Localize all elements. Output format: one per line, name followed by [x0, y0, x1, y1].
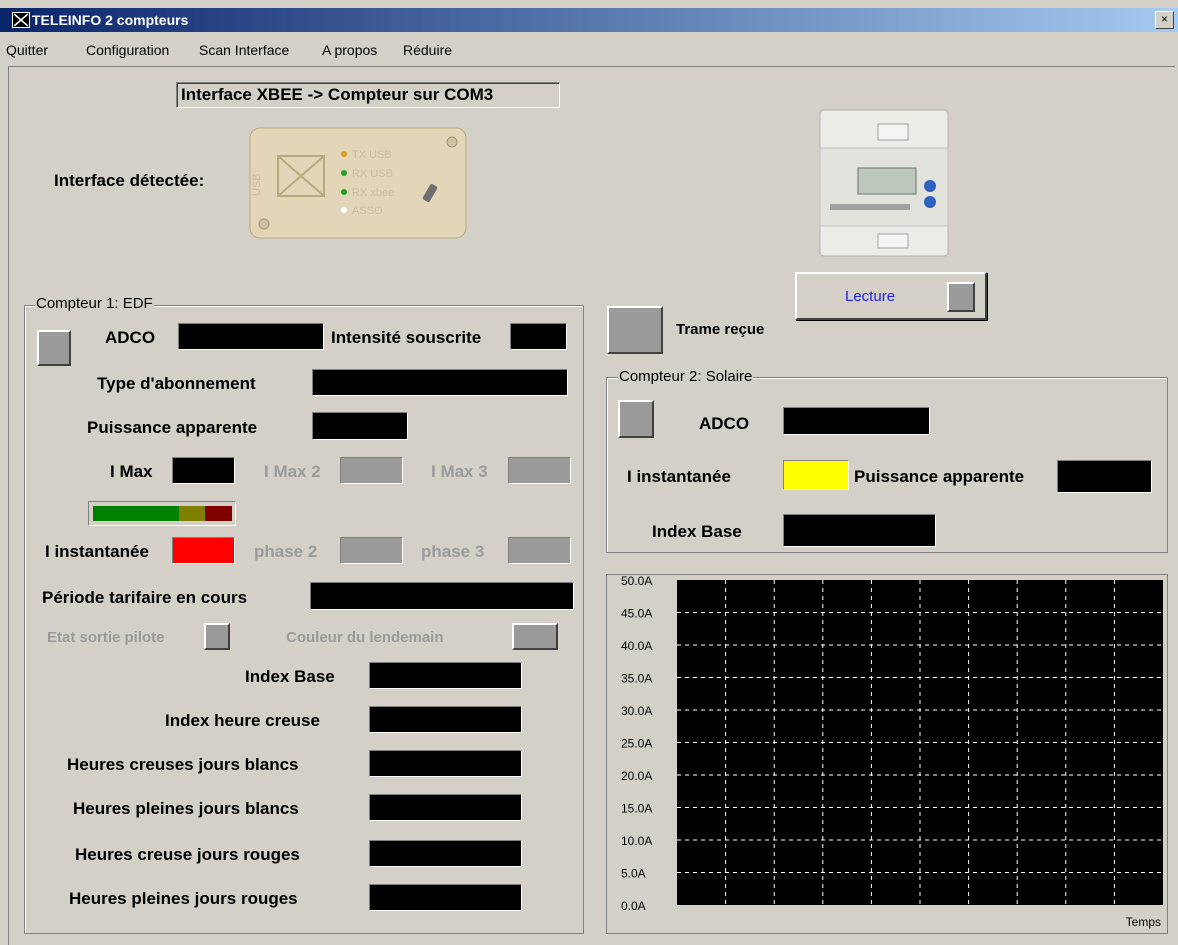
- chart-y-tick-label: 35.0A: [621, 672, 652, 686]
- c1-index-heure-creuse-field: [369, 706, 522, 733]
- chart-y-tick-label: 5.0A: [621, 867, 646, 881]
- c1-puissance-apparente-label: Puissance apparente: [87, 418, 258, 437]
- title-bar: TELEINFO 2 compteurs ×: [0, 8, 1178, 32]
- c1-imax-label: I Max: [110, 462, 153, 481]
- c1-imax3-field: [508, 457, 571, 484]
- c1-phase2-field: [340, 537, 403, 564]
- c1-type-abonnement-label: Type d'abonnement: [97, 374, 256, 393]
- chart-x-axis-label: Temps: [1126, 915, 1161, 929]
- current-chart: 0.0A 5.0A 10.0A 15.0A 20.0A 25.0A 30.0A 35.0A 40…: [606, 574, 1168, 934]
- lecture-indicator: [947, 282, 975, 312]
- c1-phase3-label: phase 3: [421, 542, 485, 561]
- c1-phase3-field: [508, 537, 571, 564]
- c1-couleur-lendemain-label: Couleur du lendemain: [286, 629, 444, 646]
- c1-index-base-label: Index Base: [245, 667, 335, 686]
- c1-level-green: [93, 506, 179, 521]
- c1-instantanee-field: [172, 537, 235, 564]
- c1-hc-jours-blancs-field: [369, 750, 522, 777]
- svg-text:TX USB: TX USB: [352, 149, 392, 161]
- app-icon: [12, 12, 30, 28]
- chart-y-tick-label: 30.0A: [621, 704, 652, 718]
- c1-hc-jours-rouges-field: [369, 840, 522, 867]
- c2-index-base-field: [783, 514, 936, 547]
- c1-hp-jours-blancs-label: Heures pleines jours blancs: [73, 799, 299, 818]
- c1-periode-label: Période tarifaire en cours: [42, 588, 248, 607]
- c1-adco-label: ADCO: [105, 328, 156, 347]
- compteur2-title: Compteur 2: Solaire: [618, 368, 754, 385]
- close-button[interactable]: ×: [1155, 11, 1174, 29]
- c1-hc-jours-rouges-label: Heures creuse jours rouges: [75, 845, 300, 864]
- c1-intensite-souscrite-field: [510, 323, 567, 350]
- c1-couleur-lendemain-indicator: [512, 623, 558, 650]
- c2-instantanee-label: I instantanée: [627, 467, 731, 486]
- menu-scan-interface[interactable]: Scan Interface: [199, 42, 289, 58]
- c1-imax2-field: [340, 457, 403, 484]
- c1-hc-jours-blancs-label: Heures creuses jours blancs: [67, 755, 299, 774]
- c1-imax3-label: I Max 3: [431, 462, 488, 481]
- c2-instantanee-field: [783, 460, 849, 490]
- c1-hp-jours-rouges-label: Heures pleines jours rouges: [69, 889, 298, 908]
- chart-y-tick-label: 20.0A: [621, 769, 652, 783]
- c1-etat-sortie-indicator: [204, 623, 230, 650]
- c1-index-heure-creuse-label: Index heure creuse: [165, 711, 320, 730]
- compteur2-indicator: [618, 400, 654, 438]
- chart-y-tick-label: 15.0A: [621, 802, 652, 816]
- lecture-button-label: Lecture: [845, 288, 896, 305]
- menu-reduire[interactable]: Réduire: [403, 42, 452, 58]
- c2-puissance-apparente-label: Puissance apparente: [854, 467, 1025, 486]
- c1-hp-jours-blancs-field: [369, 794, 522, 821]
- window-title: TELEINFO 2 compteurs: [32, 12, 189, 28]
- interface-device-image: TX USB RX USB RX xbee ASSO USB: [248, 126, 468, 240]
- c1-level-bargraph: [88, 501, 236, 526]
- svg-text:ASSO: ASSO: [352, 205, 383, 217]
- c1-puissance-apparente-field: [312, 412, 408, 440]
- chart-y-tick-label: 40.0A: [621, 639, 652, 653]
- current-chart-svg: 0.0A 5.0A 10.0A 15.0A 20.0A 25.0A 30.0A 35.0A 40…: [621, 574, 1163, 929]
- c1-level-red: [205, 506, 232, 521]
- c2-index-base-label: Index Base: [652, 522, 742, 541]
- c1-hp-jours-rouges-field: [369, 884, 522, 911]
- chart-y-tick-label: 0.0A: [621, 899, 646, 913]
- c1-index-base-field: [369, 662, 522, 689]
- svg-text:USB: USB: [251, 173, 263, 196]
- interface-status: Interface XBEE -> Compteur sur COM3: [176, 82, 560, 108]
- c1-adco-field: [178, 323, 324, 350]
- c1-level-olive: [179, 506, 205, 521]
- frame-received-label: Trame reçue: [676, 321, 765, 338]
- svg-text:RX USB: RX USB: [352, 168, 393, 180]
- meter-image: [818, 108, 950, 258]
- c1-phase2-label: phase 2: [254, 542, 318, 561]
- c1-etat-sortie-label: Etat sortie pilote: [47, 629, 165, 646]
- chart-y-tick-label: 10.0A: [621, 834, 652, 848]
- menu-a-propos[interactable]: A propos: [322, 42, 377, 58]
- menu-bar: Quitter Configuration Scan Interface A p…: [0, 38, 1178, 62]
- c1-type-abonnement-field: [312, 369, 568, 396]
- c1-instantanee-label: I instantanée: [45, 542, 149, 561]
- interface-detected-label: Interface détectée:: [54, 171, 205, 190]
- c2-adco-label: ADCO: [699, 414, 750, 433]
- c2-puissance-apparente-field: [1057, 460, 1152, 493]
- c1-intensite-souscrite-label: Intensité souscrite: [331, 328, 482, 347]
- chart-y-tick-label: 45.0A: [621, 607, 652, 621]
- menu-configuration[interactable]: Configuration: [86, 42, 169, 58]
- compteur1-title: Compteur 1: EDF: [35, 295, 154, 312]
- c1-periode-field: [310, 582, 574, 610]
- chart-y-tick-label: 25.0A: [621, 737, 652, 751]
- compteur1-indicator: [37, 330, 71, 366]
- lecture-button[interactable]: Lecture: [795, 272, 987, 320]
- frame-received-indicator: [607, 306, 663, 354]
- chart-y-tick-label: 50.0A: [621, 575, 652, 588]
- c2-adco-field: [783, 407, 930, 435]
- c1-imax2-label: I Max 2: [264, 462, 321, 481]
- menu-quitter[interactable]: Quitter: [6, 42, 48, 58]
- c1-imax-field: [172, 457, 235, 484]
- svg-text:RX xbee: RX xbee: [352, 187, 394, 199]
